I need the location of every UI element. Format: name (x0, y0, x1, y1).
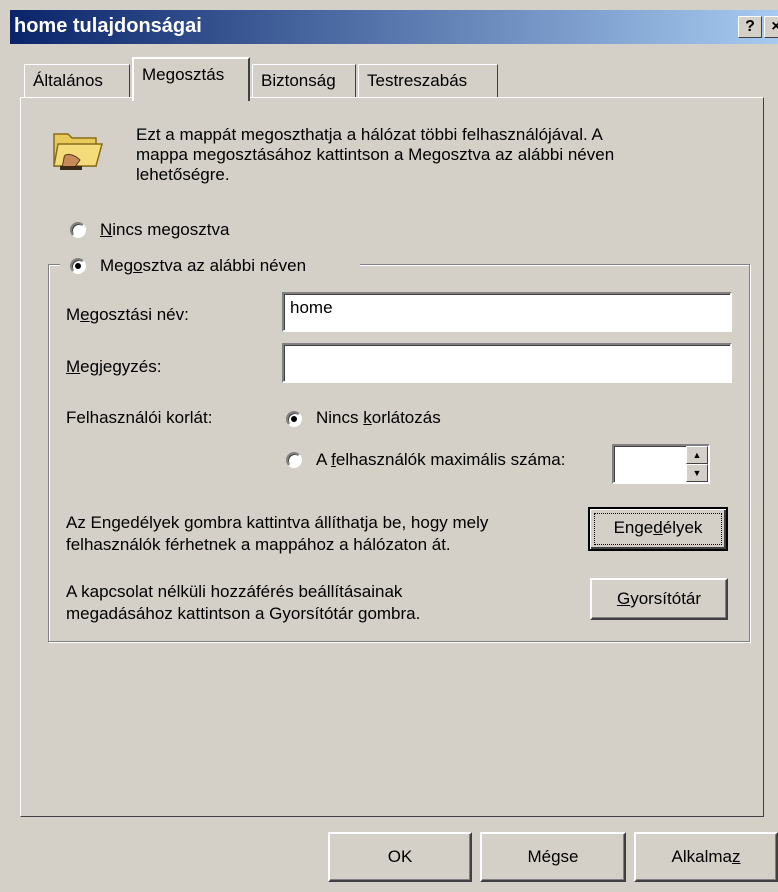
radio-dot (75, 263, 81, 269)
share-name-label: Megosztási név: (66, 305, 189, 324)
spin-up-button[interactable]: ▲ (686, 446, 708, 464)
shared-folder-icon (53, 133, 103, 170)
comment-input[interactable] (282, 343, 732, 383)
no-limit-radio[interactable] (286, 411, 302, 427)
caching-button[interactable]: Gyorsítótár (590, 578, 728, 620)
apply-button[interactable]: Alkalmaz (634, 832, 778, 882)
not-shared-label[interactable]: Nincs megosztva (100, 220, 229, 240)
caching-line: A kapcsolat nélküli hozzáférés beállítás… (66, 582, 403, 601)
shared-as-radio[interactable] (70, 258, 86, 274)
ok-button[interactable]: OK (328, 832, 472, 882)
caching-text: A kapcsolat nélküli hozzáférés beállítás… (66, 581, 420, 625)
arrow-down-icon: ▼ (692, 468, 702, 478)
share-name-input[interactable]: home (282, 292, 732, 332)
shared-as-label[interactable]: Megosztva az alábbi néven (100, 256, 306, 276)
spin-down-button[interactable]: ▼ (686, 464, 708, 482)
not-shared-radio[interactable] (70, 222, 86, 238)
permissions-text: Az Engedélyek gombra kattintva állíthatj… (66, 512, 488, 556)
no-limit-label[interactable]: Nincs korlátozás (316, 408, 441, 428)
cancel-button[interactable]: Mégse (480, 832, 626, 882)
intro-line: mappa megosztásához kattintson a Megoszt… (136, 145, 615, 164)
radio-dot (291, 416, 297, 422)
max-users-label[interactable]: A felhasználók maximális száma: (316, 450, 565, 470)
intro-line: Ezt a mappát megoszthatja a hálózat több… (136, 125, 603, 144)
user-limit-label: Felhasználói korlát: (66, 408, 213, 427)
permissions-line: Az Engedélyek gombra kattintva állíthatj… (66, 513, 489, 532)
intro-text: Ezt a mappát megoszthatja a hálózat több… (136, 125, 736, 185)
caching-line: megadásához kattintson a Gyorsítótár gom… (66, 604, 421, 623)
permissions-line: felhasználók férhetnek a mappához a háló… (66, 535, 451, 554)
focus-rect (594, 513, 722, 545)
comment-label: Megjegyzés: (66, 357, 162, 376)
arrow-up-icon: ▲ (692, 450, 702, 460)
intro-line: lehetőségre. (136, 165, 230, 184)
max-users-radio[interactable] (286, 452, 302, 468)
permissions-button[interactable]: Engedélyek (588, 507, 728, 551)
